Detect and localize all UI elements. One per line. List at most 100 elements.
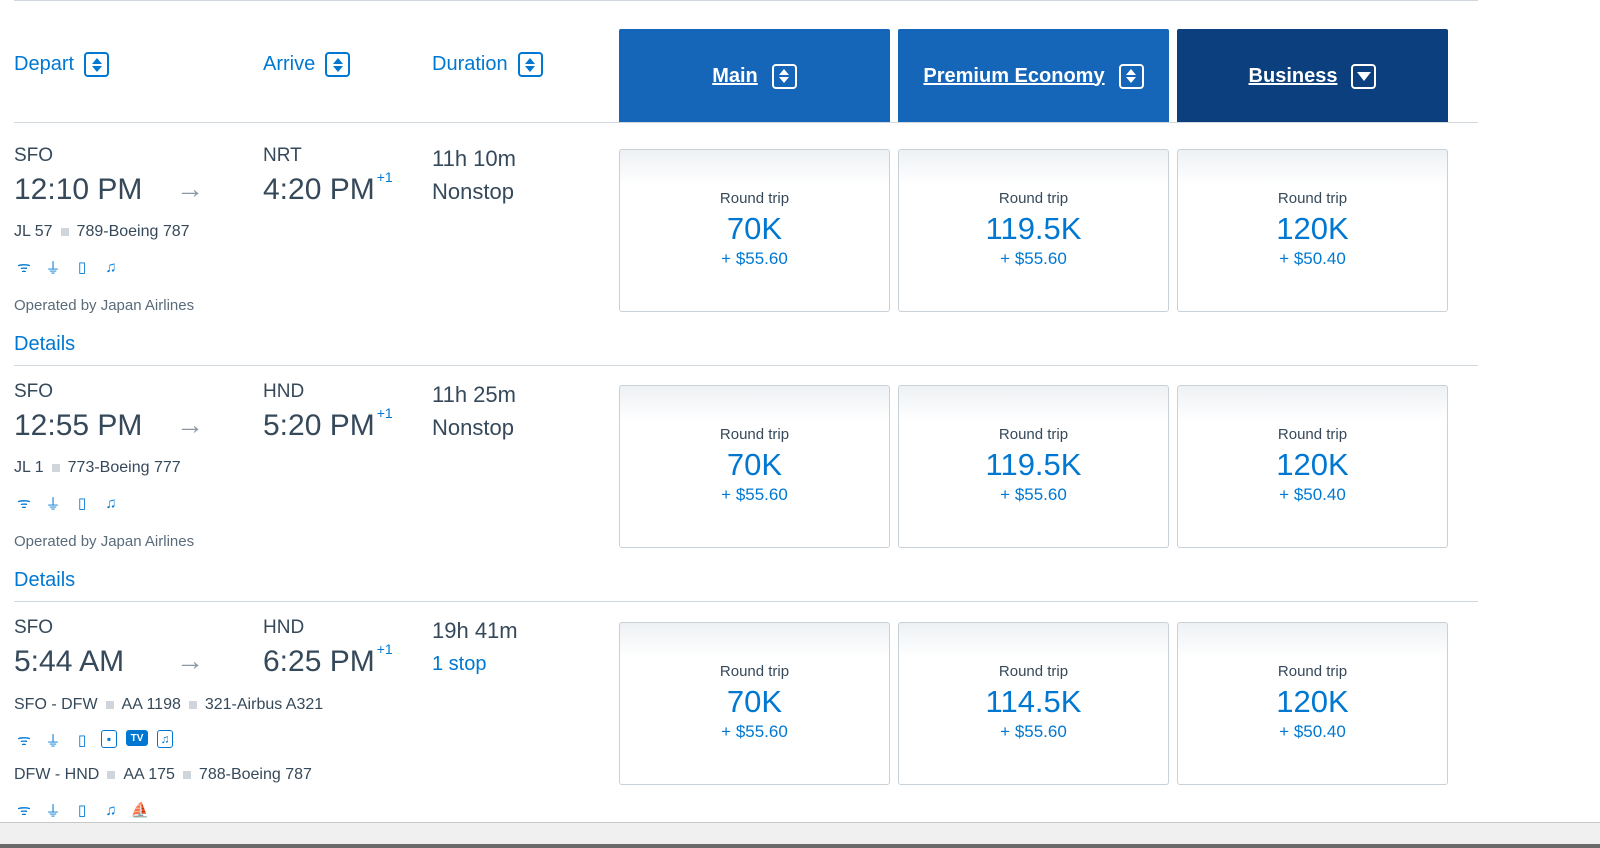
fare-premium-economy[interactable]: Round trip 119.5K + $55.60 [898,385,1169,548]
sort-both-icon [325,52,351,77]
duration: 11h 25m [432,382,516,407]
seatback-screen-icon: ▪ [101,730,117,748]
fare-tax: + $55.60 [1000,722,1067,741]
stops-link[interactable]: 1 stop [432,653,486,676]
duration: 11h 10m [432,146,516,171]
details-link[interactable]: Details [14,333,75,356]
sort-both-icon [517,52,543,77]
origin-airport: SFO [14,381,54,402]
fare-tax: + $50.40 [1279,485,1346,504]
destination-airport: NRT [263,145,302,166]
operated-by: Operated by Japan Airlines [14,297,195,314]
power-icon: ⏚ [45,259,61,277]
fare-business[interactable]: Round trip 120K + $50.40 [1177,149,1448,312]
fare-label: Round trip [1277,426,1348,443]
stops: Nonstop [432,179,514,204]
fare-tax: + $50.40 [1279,249,1346,268]
segment-route: DFW - HND [14,766,100,783]
fare-points: 119.5K [985,211,1082,246]
day-offset: +1 [376,169,393,185]
sort-depart-button[interactable]: Depart [14,52,110,77]
fare-label: Round trip [998,663,1069,680]
cabin-header-main[interactable]: Main [619,29,890,123]
depart-time: 5:44 AM [14,645,125,678]
sort-arrive-button[interactable]: Arrive [263,52,351,77]
destination-airport: HND [263,381,305,402]
amenities: ᯤ ⏚ ▯ ♫ [14,493,121,513]
flight-info: JL 1 773-Boeing 777 [14,459,181,477]
arrow-right-icon: → [176,409,204,440]
stops: Nonstop [432,415,514,440]
fare-business[interactable]: Round trip 120K + $50.40 [1177,385,1448,548]
arrow-right-icon: → [176,645,204,676]
entertainment-icon: ♫ [105,801,117,819]
aircraft: 789-Boeing 787 [76,223,190,240]
fare-tax: + $55.60 [721,722,788,741]
sort-both-icon [1118,63,1144,89]
amenities: ᯤ ⏚ ▯ ♫ ⛵ [14,800,150,820]
flight-number: AA 1198 [121,696,181,713]
aircraft: 788-Boeing 787 [198,766,312,783]
segment-info: SFO - DFW AA 1198 321-Airbus A321 [14,696,323,714]
sort-duration-label: Duration [432,53,508,75]
fare-premium-economy[interactable]: Round trip 119.5K + $55.60 [898,149,1169,312]
fare-main[interactable]: Round trip 70K + $55.60 [619,622,890,785]
cabin-header-business[interactable]: Business [1177,29,1448,123]
fare-label: Round trip [998,426,1069,443]
music-icon: ♫ [157,730,173,748]
sort-depart-label: Depart [14,53,75,75]
wifi-icon: ᯤ [17,732,31,749]
usb-icon: ▯ [77,732,87,749]
fare-points: 70K [726,447,783,482]
amenities: ᯤ ⏚ ▯ ♫ [14,257,121,277]
fare-points: 114.5K [985,684,1082,719]
aircraft: 773-Boeing 777 [67,459,181,476]
fare-points: 120K [1276,684,1349,719]
cabin-header-premium-economy[interactable]: Premium Economy [898,29,1169,123]
sort-duration-button[interactable]: Duration [432,52,543,77]
fare-points: 70K [726,684,783,719]
power-icon: ⏚ [45,802,61,820]
fare-business[interactable]: Round trip 120K + $50.40 [1177,622,1448,785]
sort-both-icon [84,52,110,77]
fare-label: Round trip [1277,190,1348,207]
fare-points: 119.5K [985,447,1082,482]
fare-tax: + $50.40 [1279,722,1346,741]
flight-number: JL 57 [14,223,53,240]
sort-both-icon [771,63,797,89]
operated-by: Operated by Japan Airlines [14,533,195,550]
arrive-time-value: 6:25 PM [263,645,375,678]
usb-icon: ▯ [77,802,87,819]
cabin-label: Premium Economy [923,64,1105,87]
wifi-icon: ᯤ [17,259,31,276]
flight-number: JL 1 [14,459,44,476]
fare-premium-economy[interactable]: Round trip 114.5K + $55.60 [898,622,1169,785]
fare-tax: + $55.60 [1000,249,1067,268]
depart-time: 12:10 PM [14,173,143,206]
wifi-icon: ᯤ [17,495,31,512]
fare-label: Round trip [719,190,790,207]
day-offset: +1 [376,641,393,657]
fare-label: Round trip [998,190,1069,207]
fare-points: 120K [1276,211,1349,246]
separator-square [107,770,116,779]
fare-main[interactable]: Round trip 70K + $55.60 [619,149,890,312]
fare-label: Round trip [719,663,790,680]
arrow-right-icon: → [176,173,204,204]
lie-flat-seat-icon: ⛵ [130,802,150,819]
separator-square [188,700,197,709]
fare-main[interactable]: Round trip 70K + $55.60 [619,385,890,548]
usb-icon: ▯ [77,495,87,512]
entertainment-icon: ♫ [105,494,117,512]
sort-arrive-label: Arrive [263,53,316,75]
arrive-time: 4:20 PM +1 [263,169,393,207]
fare-points: 70K [726,211,783,246]
window-bottom-edge [0,822,1600,848]
power-icon: ⏚ [45,732,61,750]
duration: 19h 41m [432,618,518,643]
entertainment-icon: ♫ [105,258,117,276]
cabin-label: Main [712,64,758,87]
fare-label: Round trip [1277,663,1348,680]
details-link[interactable]: Details [14,569,75,592]
flight-number: AA 175 [123,766,175,783]
